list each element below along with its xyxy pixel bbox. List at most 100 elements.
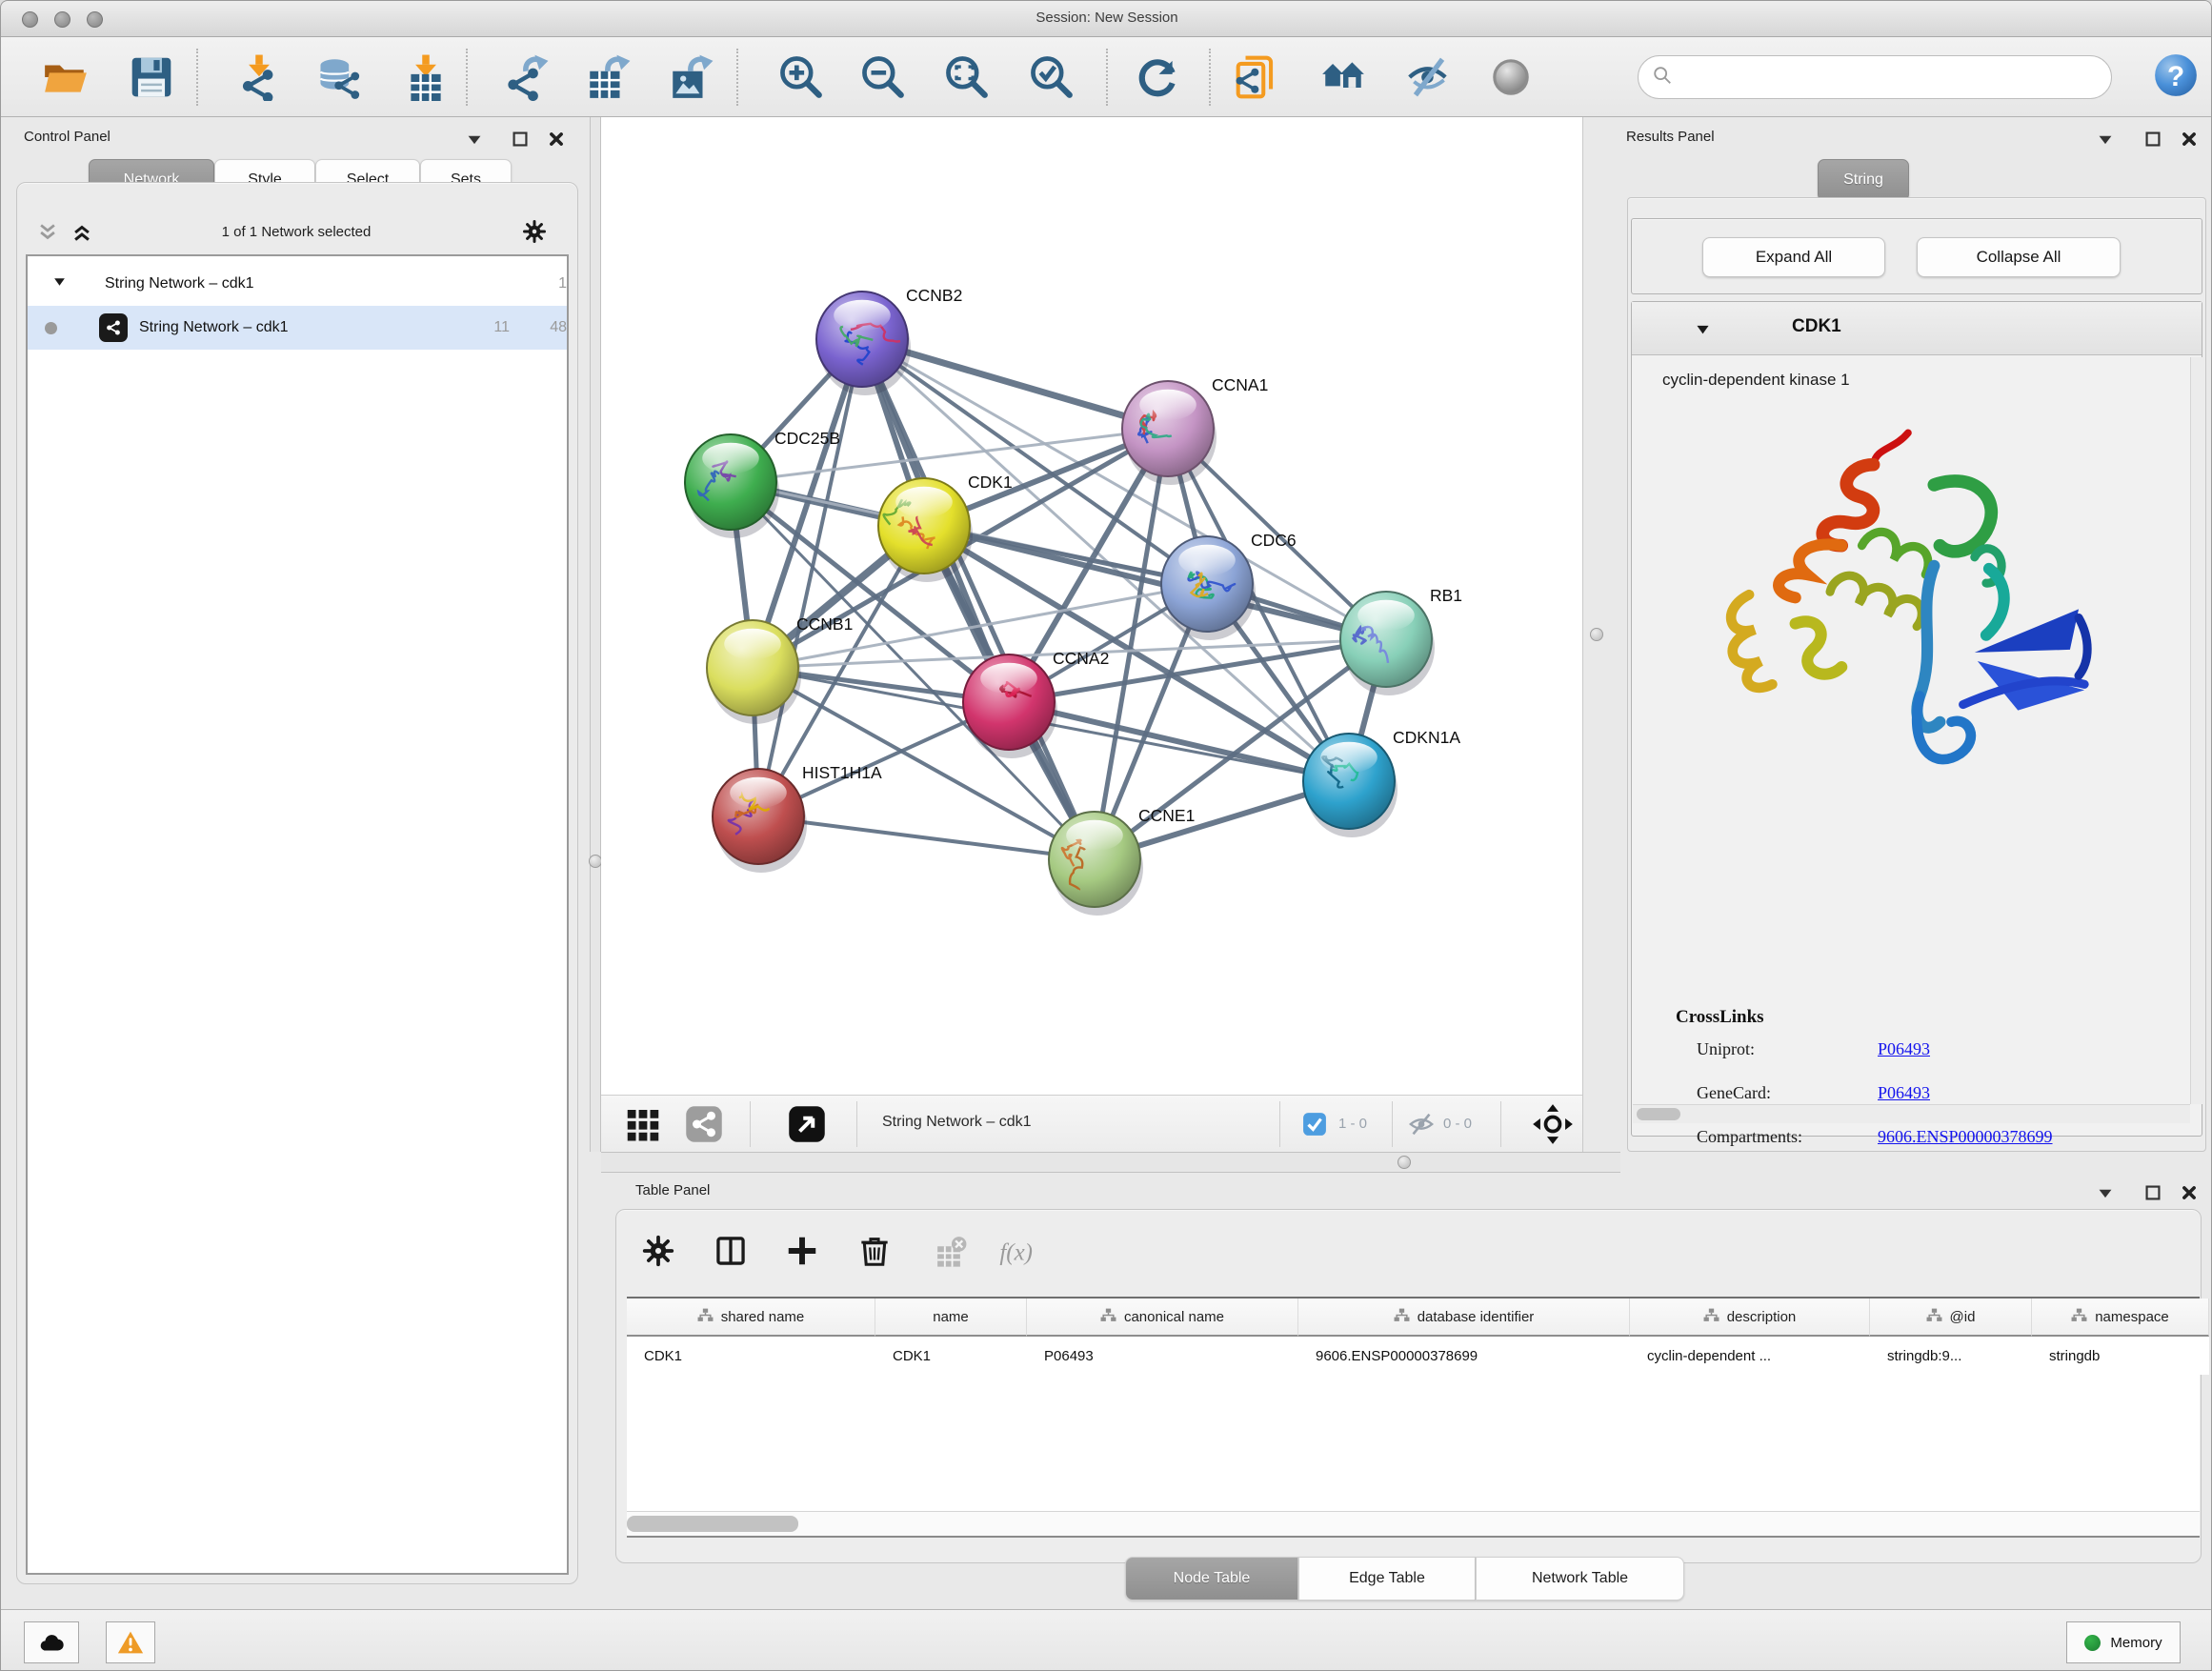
open-in-new-window-icon[interactable] (788, 1105, 826, 1143)
collection-caret-icon[interactable] (52, 274, 67, 293)
node-CCNA1[interactable] (1122, 381, 1217, 485)
node-CCNA2[interactable] (963, 654, 1057, 758)
node-RB1[interactable] (1340, 592, 1435, 695)
node-CDC25B[interactable] (685, 434, 779, 538)
results-tab-string[interactable]: String (1818, 159, 1909, 201)
network-collection-row[interactable]: String Network – cdk1 1 (28, 262, 567, 306)
grid-view-icon[interactable] (624, 1105, 662, 1143)
control-panel-menu-caret-icon[interactable] (466, 131, 483, 148)
clone-network-button[interactable] (1232, 51, 1283, 103)
table-cell[interactable]: CDK1 (627, 1337, 875, 1375)
table-cell[interactable]: CDK1 (875, 1337, 1027, 1375)
crosslink-value-link[interactable]: P06493 (1878, 1039, 1930, 1059)
edge-CCNB2-HIST1H1A[interactable] (758, 339, 862, 816)
collapse-all-button[interactable]: Collapse All (1917, 237, 2121, 277)
node-table[interactable]: shared namenamecanonical namedatabase id… (627, 1297, 2200, 1511)
column-header[interactable]: database identifier (1298, 1299, 1630, 1337)
network-row[interactable]: String Network – cdk1 11 48 (28, 306, 567, 350)
results-vertical-scrollbar[interactable] (2190, 357, 2202, 1104)
column-header[interactable]: description (1630, 1299, 1870, 1337)
results-panel-float-icon[interactable] (2144, 131, 2162, 148)
tab-edge-table[interactable]: Edge Table (1298, 1557, 1476, 1601)
hidden-eye-slash-icon[interactable] (1407, 1110, 1436, 1138)
import-database-button[interactable] (313, 51, 365, 103)
edge-HIST1H1A-CCNE1[interactable] (758, 816, 1095, 859)
expand-all-button[interactable]: Expand All (1702, 237, 1885, 277)
zoom-selected-button[interactable] (1026, 51, 1077, 103)
right-splitter-handle[interactable] (1590, 628, 1603, 641)
delete-table-button[interactable] (928, 1230, 970, 1272)
gear-button[interactable] (637, 1230, 679, 1272)
column-header[interactable]: canonical name (1027, 1299, 1298, 1337)
zoom-out-button[interactable] (857, 51, 909, 103)
delete-column-button[interactable] (854, 1230, 895, 1272)
results-panel-menu-caret-icon[interactable] (2097, 131, 2114, 148)
table-cell[interactable]: 9606.ENSP00000378699 (1298, 1337, 1630, 1375)
column-header[interactable]: name (875, 1299, 1027, 1337)
network-share-view-icon[interactable] (685, 1105, 723, 1143)
crosslink-value-link[interactable]: P06493 (1878, 1083, 1930, 1103)
table-cell[interactable]: stringdb (2032, 1337, 2209, 1375)
results-horizontal-scrollbar[interactable] (1633, 1104, 2190, 1123)
split-view-button[interactable] (710, 1230, 752, 1272)
title-bar[interactable]: Session: New Session (1, 1, 2212, 37)
collapse-all-networks-icon[interactable] (37, 222, 58, 243)
tab-node-table[interactable]: Node Table (1125, 1557, 1298, 1601)
function-builder-button[interactable]: f(x) (995, 1230, 1036, 1272)
network-options-gear-icon[interactable] (521, 218, 548, 245)
control-panel-close-icon[interactable] (548, 131, 565, 148)
node-HIST1H1A[interactable] (713, 769, 807, 873)
table-cell[interactable]: cyclin-dependent ... (1630, 1337, 1870, 1375)
node-CDKN1A[interactable] (1303, 734, 1398, 837)
expand-all-networks-icon[interactable] (71, 222, 92, 243)
left-splitter[interactable] (590, 117, 601, 1152)
table-cell[interactable]: P06493 (1027, 1337, 1298, 1375)
warning-button[interactable] (106, 1621, 155, 1663)
open-session-button[interactable] (40, 51, 91, 103)
crosslink-value-link[interactable]: 9606.ENSP00000378699 (1878, 1127, 2053, 1147)
zoom-fit-button[interactable] (941, 51, 993, 103)
column-header[interactable]: namespace (2032, 1299, 2209, 1337)
export-table-button[interactable] (582, 51, 633, 103)
table-horizontal-scrollbar[interactable] (627, 1511, 2200, 1536)
gray-orb-button[interactable] (1485, 51, 1537, 103)
gene-collapse-caret-icon[interactable] (1695, 321, 1711, 342)
gene-header[interactable]: CDK1 (1632, 302, 2202, 355)
column-header[interactable]: shared name (627, 1299, 875, 1337)
table-panel-float-icon[interactable] (2144, 1184, 2162, 1201)
import-network-button[interactable] (233, 51, 285, 103)
show-hide-button[interactable] (1403, 51, 1455, 103)
table-panel-close-icon[interactable] (2181, 1184, 2198, 1201)
add-column-button[interactable] (781, 1230, 823, 1272)
search-input[interactable] (1673, 69, 2082, 86)
network-canvas[interactable]: CCNB2CCNA1CDC25BCDK1CDC6RB1CCNB1CCNA2CDK… (601, 117, 1582, 1095)
import-table-button[interactable] (400, 51, 452, 103)
neighbor-houses-button[interactable] (1317, 51, 1369, 103)
edge-CCNB2-CCNE1[interactable] (862, 339, 1095, 859)
selected-checkbox-icon[interactable] (1302, 1112, 1327, 1137)
save-session-button[interactable] (126, 51, 177, 103)
help-button[interactable]: ? (2150, 50, 2202, 101)
node-CCNB2[interactable] (816, 292, 911, 395)
search-box[interactable] (1638, 55, 2112, 99)
node-CCNE1[interactable] (1049, 812, 1143, 916)
export-network-button[interactable] (500, 51, 552, 103)
table-panel-menu-caret-icon[interactable] (2097, 1184, 2114, 1201)
column-header[interactable]: @id (1870, 1299, 2032, 1337)
results-panel-close-icon[interactable] (2181, 131, 2198, 148)
export-image-button[interactable] (665, 51, 716, 103)
bottom-splitter-handle[interactable] (1398, 1156, 1411, 1169)
node-label-CDKN1A: CDKN1A (1393, 728, 1460, 747)
node-CDK1[interactable] (878, 478, 973, 582)
tab-network-table[interactable]: Network Table (1476, 1557, 1684, 1601)
birds-eye-view-icon[interactable] (1531, 1102, 1575, 1146)
node-CCNB1[interactable] (707, 620, 801, 724)
control-panel-float-icon[interactable] (512, 131, 529, 148)
zoom-in-button[interactable] (775, 51, 827, 103)
crosslinks-title: CrossLinks (1676, 1007, 1764, 1028)
memory-button[interactable]: Memory (2066, 1621, 2181, 1663)
table-cell[interactable]: stringdb:9... (1870, 1337, 2032, 1375)
refresh-network-button[interactable] (1132, 51, 1183, 103)
cloud-button[interactable] (24, 1621, 79, 1663)
left-splitter-handle[interactable] (589, 855, 602, 868)
